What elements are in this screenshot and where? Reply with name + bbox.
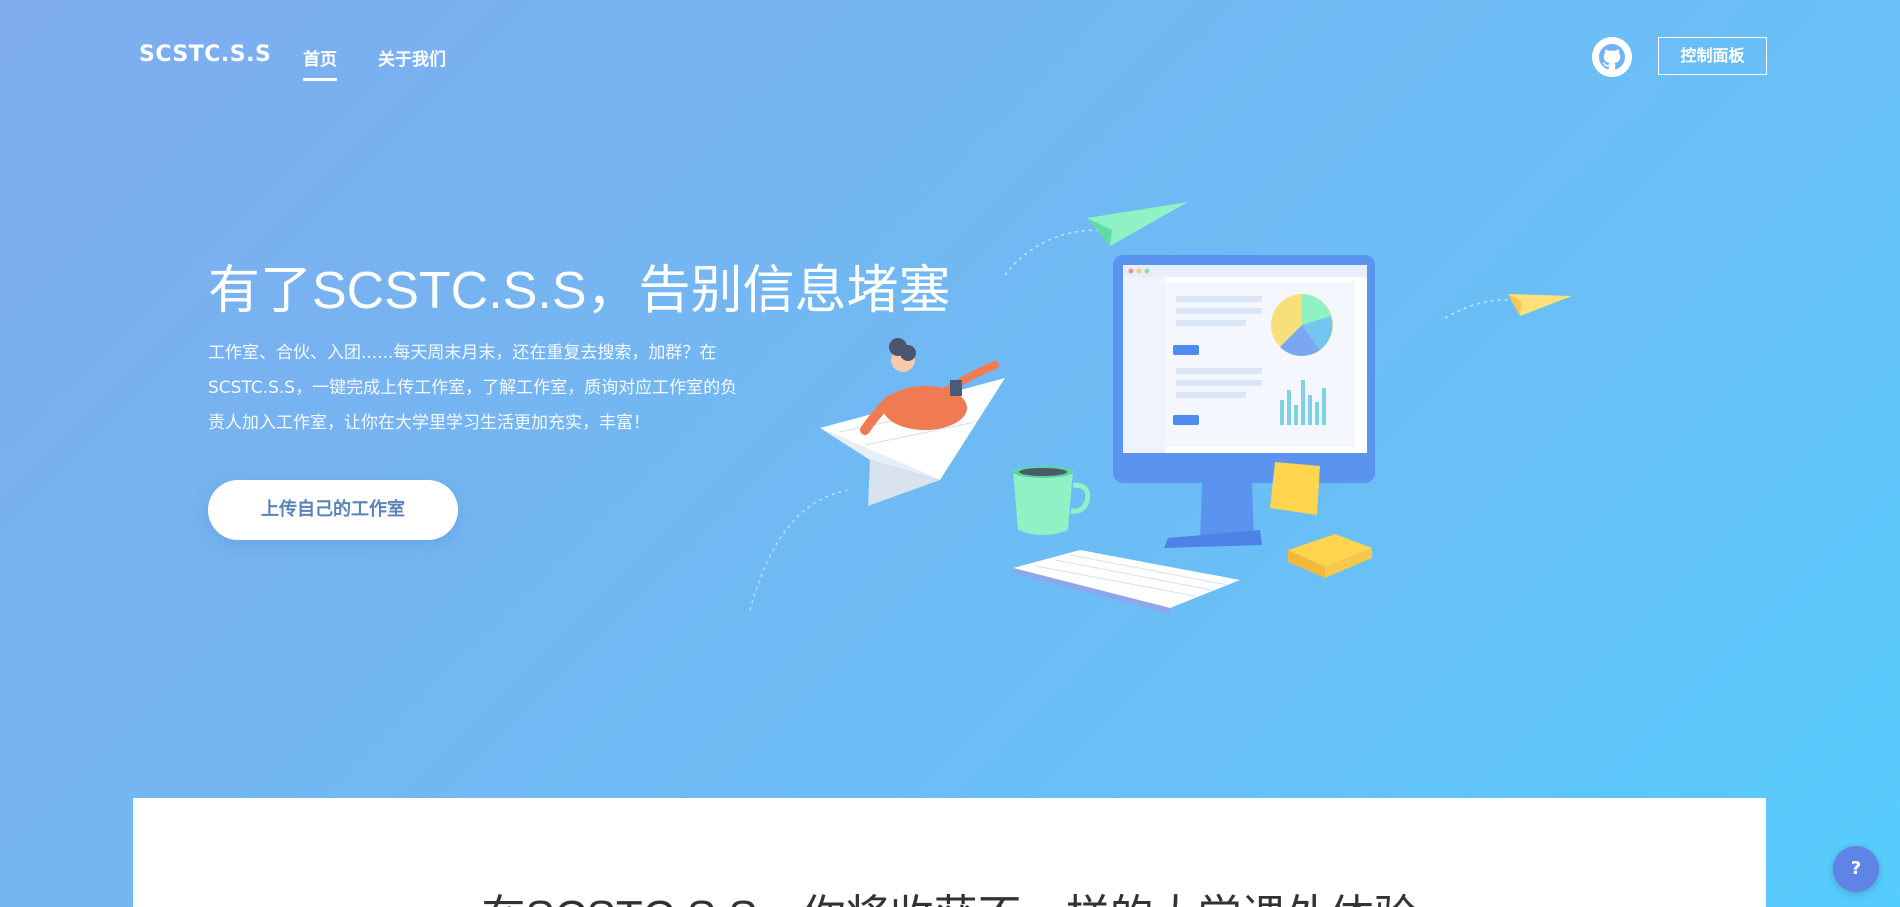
coffee-mug-icon: [1013, 466, 1091, 535]
hero-description-line: 责人加入工作室，让你在大学里学习生活更加充实，丰富！: [208, 413, 650, 433]
yellow-paper-plane-icon: [1508, 294, 1572, 316]
github-icon[interactable]: [1592, 37, 1632, 77]
hero-description: 工作室、合伙、入团......每天周末月末，还在重复去搜索，加群？在 SCSTC…: [208, 336, 768, 441]
help-button[interactable]: ?: [1833, 846, 1879, 892]
sticky-note-icon: [1270, 462, 1320, 515]
notebook-icon: [1288, 534, 1372, 578]
keyboard-icon: [1013, 550, 1240, 614]
flight-path: [1004, 229, 1101, 276]
hero-illustration: [749, 202, 1572, 614]
monitor-icon: [1113, 255, 1375, 548]
features-card: 在SCSTC.S.S，你将收获不一样的大学课外体验: [133, 798, 1766, 907]
help-icon: ?: [1850, 858, 1862, 879]
top-navbar: SCSTC.S.S 首页 关于我们 控制面板: [0, 0, 1900, 112]
green-paper-plane-icon: [1087, 202, 1188, 246]
brand-logo[interactable]: SCSTC.S.S: [139, 42, 271, 67]
upload-studio-button[interactable]: 上传自己的工作室: [208, 480, 458, 540]
flight-path: [1444, 299, 1511, 319]
nav-link-about[interactable]: 关于我们: [378, 45, 446, 70]
hero-description-line: 工作室、合伙、入团......每天周末月末，还在重复去搜索，加群？在: [208, 343, 717, 363]
hero-description-line: SCSTC.S.S，一键完成上传工作室，了解工作室，质询对应工作室的负: [208, 378, 738, 398]
paper-plane-rider-icon: [820, 338, 1005, 506]
flight-path: [749, 489, 851, 611]
section-title: 在SCSTC.S.S，你将收获不一样的大学课外体验: [133, 880, 1766, 907]
dashboard-button[interactable]: 控制面板: [1658, 37, 1767, 75]
nav-link-home[interactable]: 首页: [303, 45, 337, 81]
